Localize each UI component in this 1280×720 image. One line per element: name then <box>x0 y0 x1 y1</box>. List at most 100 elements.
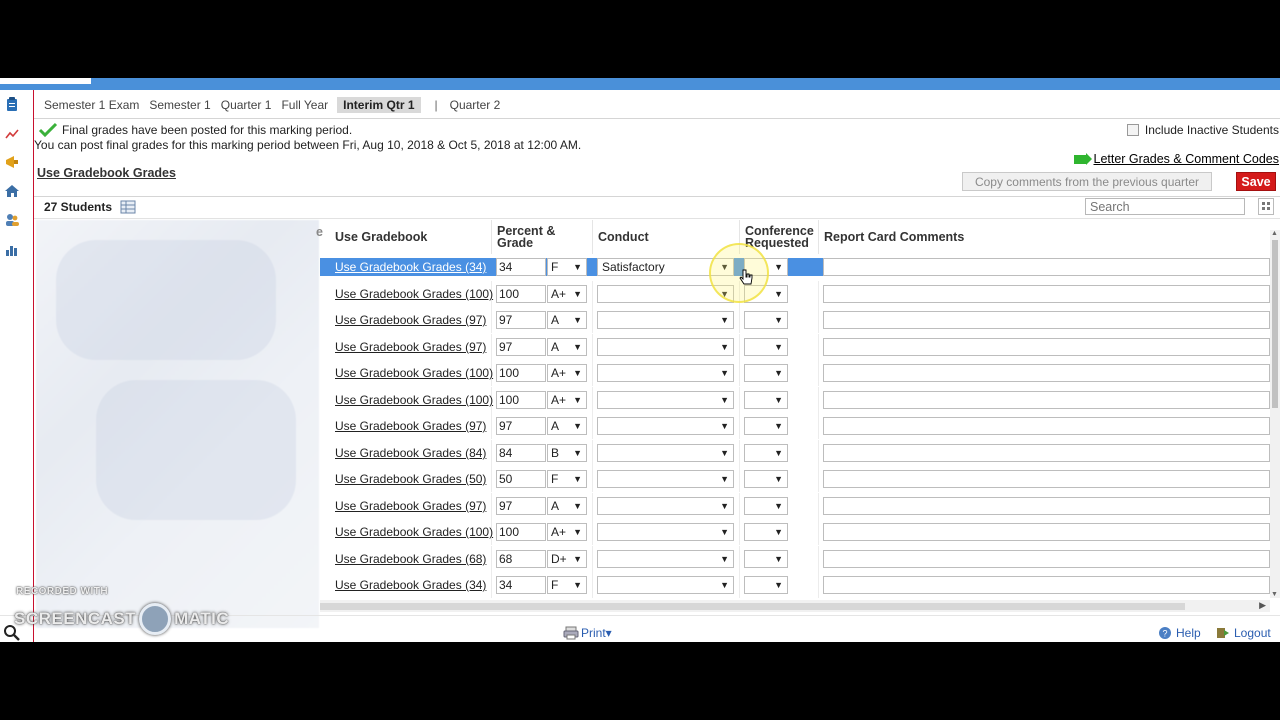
letter-grade-select[interactable]: A+ ▼ <box>547 364 587 382</box>
table-row[interactable]: Use Gradebook Grades (97) 97 A ▼ ▼ ▼ <box>320 413 1270 439</box>
include-inactive-toggle[interactable]: Include Inactive Students <box>1126 123 1279 137</box>
scroll-right-icon[interactable]: ▶ <box>1259 600 1266 611</box>
letter-grade-select[interactable]: A ▼ <box>547 497 587 515</box>
vertical-scroll-thumb[interactable] <box>1272 240 1278 408</box>
report-card-comment-input[interactable] <box>823 497 1270 515</box>
letter-grade-select[interactable]: A+ ▼ <box>547 391 587 409</box>
header-percent-grade[interactable]: Percent & Grade <box>491 220 555 254</box>
table-row[interactable]: Use Gradebook Grades (68) 68 D+ ▼ ▼ ▼ <box>320 546 1270 572</box>
percent-input[interactable]: 100 <box>496 523 546 541</box>
chart-line-icon[interactable] <box>4 126 20 142</box>
use-gradebook-grades-link[interactable]: Use Gradebook Grades <box>37 166 176 180</box>
table-row[interactable]: Use Gradebook Grades (97) 97 A ▼ ▼ ▼ <box>320 334 1270 360</box>
use-gradebook-row-link[interactable]: Use Gradebook Grades (84) <box>335 446 486 460</box>
conduct-select[interactable]: ▼ <box>597 338 734 356</box>
conference-select[interactable]: ▼ <box>744 576 788 594</box>
use-gradebook-row-link[interactable]: Use Gradebook Grades (100) <box>335 366 493 380</box>
use-gradebook-row-link[interactable]: Use Gradebook Grades (68) <box>335 552 486 566</box>
conference-select[interactable]: ▼ <box>744 523 788 541</box>
table-row[interactable]: Use Gradebook Grades (50) 50 F ▼ ▼ ▼ <box>320 466 1270 492</box>
use-gradebook-row-link[interactable]: Use Gradebook Grades (97) <box>335 419 486 433</box>
percent-input[interactable]: 50 <box>496 470 546 488</box>
letter-grade-select[interactable]: F ▼ <box>547 470 587 488</box>
use-gradebook-row-link[interactable]: Use Gradebook Grades (97) <box>335 313 486 327</box>
conduct-select[interactable]: ▼ <box>597 391 734 409</box>
percent-input[interactable]: 68 <box>496 550 546 568</box>
conduct-select[interactable]: ▼ <box>597 311 734 329</box>
conduct-select[interactable]: ▼ <box>597 444 734 462</box>
conference-select[interactable]: ▼ <box>744 470 788 488</box>
percent-input[interactable]: 97 <box>496 311 546 329</box>
table-row[interactable]: Use Gradebook Grades (84) 84 B ▼ ▼ ▼ <box>320 440 1270 466</box>
table-row[interactable]: Use Gradebook Grades (100) 100 A+ ▼ ▼ ▼ <box>320 519 1270 545</box>
copy-comments-button[interactable]: Copy comments from the previous quarter <box>962 172 1212 191</box>
tab-semester-1[interactable]: Semester 1 <box>149 97 210 113</box>
report-card-comment-input[interactable] <box>823 338 1270 356</box>
use-gradebook-row-link[interactable]: Use Gradebook Grades (50) <box>335 472 486 486</box>
report-card-comment-input[interactable] <box>823 364 1270 382</box>
report-card-comment-input[interactable] <box>823 311 1270 329</box>
vertical-scrollbar[interactable]: ▲ ▼ <box>1270 230 1280 598</box>
conference-select[interactable]: ▼ <box>744 311 788 329</box>
letter-grade-select[interactable]: A ▼ <box>547 417 587 435</box>
conference-select[interactable]: ▼ <box>744 417 788 435</box>
letter-grades-link[interactable]: Letter Grades & Comment Codes <box>1094 152 1280 166</box>
table-row[interactable]: Use Gradebook Grades (100) 100 A+ ▼ ▼ ▼ <box>320 387 1270 413</box>
conduct-select[interactable]: ▼ <box>597 523 734 541</box>
horizontal-scrollbar[interactable]: ▶ <box>320 600 1270 612</box>
percent-input[interactable]: 100 <box>496 364 546 382</box>
clipboard-icon[interactable] <box>4 96 20 112</box>
use-gradebook-row-link[interactable]: Use Gradebook Grades (97) <box>335 340 486 354</box>
tab-full-year[interactable]: Full Year <box>281 97 328 113</box>
print-menu[interactable]: Print▾ <box>563 626 612 640</box>
logout-link[interactable]: Logout <box>1216 626 1271 640</box>
letter-grade-select[interactable]: A+ ▼ <box>547 285 587 303</box>
search-input[interactable] <box>1085 198 1245 215</box>
bar-chart-icon[interactable] <box>4 242 20 258</box>
letter-grade-select[interactable]: B ▼ <box>547 444 587 462</box>
use-gradebook-row-link[interactable]: Use Gradebook Grades (100) <box>335 525 493 539</box>
header-conduct[interactable]: Conduct <box>592 220 649 254</box>
tab-semester-1-exam[interactable]: Semester 1 Exam <box>44 97 139 113</box>
header-use-gradebook[interactable]: Use Gradebook <box>328 220 427 254</box>
student-list-icon[interactable] <box>120 200 136 214</box>
conduct-select[interactable]: ▼ <box>597 417 734 435</box>
table-row[interactable]: Use Gradebook Grades (34) 34 F ▼ Satisfactor… <box>320 254 1270 280</box>
conduct-select[interactable]: ▼ <box>597 470 734 488</box>
percent-input[interactable]: 34 <box>496 576 546 594</box>
use-gradebook-row-link[interactable]: Use Gradebook Grades (34) <box>335 578 486 592</box>
letter-grade-select[interactable]: D+ ▼ <box>547 550 587 568</box>
include-inactive-checkbox[interactable] <box>1126 124 1139 136</box>
conduct-select[interactable]: ▼ <box>597 364 734 382</box>
percent-input[interactable]: 84 <box>496 444 546 462</box>
conference-select[interactable]: ▼ <box>744 391 788 409</box>
use-gradebook-row-link[interactable]: Use Gradebook Grades (97) <box>335 499 486 513</box>
letter-grade-select[interactable]: A+ ▼ <box>547 523 587 541</box>
table-row[interactable]: Use Gradebook Grades (97) 97 A ▼ ▼ ▼ <box>320 307 1270 333</box>
report-card-comment-input[interactable] <box>823 285 1270 303</box>
percent-input[interactable]: 97 <box>496 417 546 435</box>
table-row[interactable]: Use Gradebook Grades (100) 100 A+ ▼ ▼ ▼ <box>320 281 1270 307</box>
report-card-comment-input[interactable] <box>823 470 1270 488</box>
help-link[interactable]: ? Help <box>1158 626 1201 640</box>
use-gradebook-row-link[interactable]: Use Gradebook Grades (100) <box>335 393 493 407</box>
tab-quarter-1[interactable]: Quarter 1 <box>221 97 272 113</box>
conference-select[interactable]: ▼ <box>744 550 788 568</box>
conference-select[interactable]: ▼ <box>744 444 788 462</box>
percent-input[interactable]: 100 <box>496 285 546 303</box>
users-icon[interactable] <box>4 212 20 228</box>
scroll-up-icon[interactable]: ▲ <box>1271 230 1278 237</box>
letter-grade-select[interactable]: F ▼ <box>547 576 587 594</box>
conduct-select[interactable]: ▼ <box>597 550 734 568</box>
megaphone-icon[interactable] <box>4 154 20 170</box>
letter-grade-select[interactable]: A ▼ <box>547 311 587 329</box>
home-icon[interactable] <box>4 183 20 199</box>
scroll-down-icon[interactable]: ▼ <box>1271 591 1278 598</box>
report-card-comment-input[interactable] <box>823 258 1270 276</box>
report-card-comment-input[interactable] <box>823 523 1270 541</box>
conference-select[interactable]: ▼ <box>744 497 788 515</box>
percent-input[interactable]: 100 <box>496 391 546 409</box>
horizontal-scroll-thumb[interactable] <box>320 603 1185 610</box>
letter-grade-select[interactable]: A ▼ <box>547 338 587 356</box>
report-card-comment-input[interactable] <box>823 444 1270 462</box>
